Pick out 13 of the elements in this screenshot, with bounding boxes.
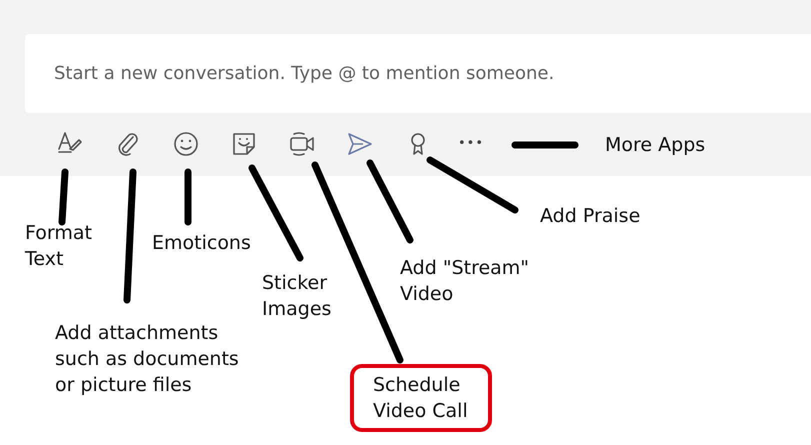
message-field[interactable]: Start a new conversation. Type @ to mention someone. <box>25 34 811 113</box>
leader-line <box>58 168 68 226</box>
leader-line <box>184 168 192 226</box>
annotation-label: Format Text <box>25 221 92 272</box>
annotation-label: Emoticons <box>152 231 251 256</box>
more-options-button[interactable]: ••• <box>458 134 484 154</box>
annotation-label: Add Praise <box>540 204 640 229</box>
leader-line <box>512 142 578 148</box>
annotation-label: Schedule Video Call <box>350 364 492 432</box>
annotation-label: More Apps <box>605 133 706 158</box>
annotation-label: Add "Stream" Video <box>400 256 530 307</box>
annotation-label: Sticker Images <box>262 271 332 322</box>
annotation-label: Add attachments such as documents or picture files <box>55 321 239 398</box>
